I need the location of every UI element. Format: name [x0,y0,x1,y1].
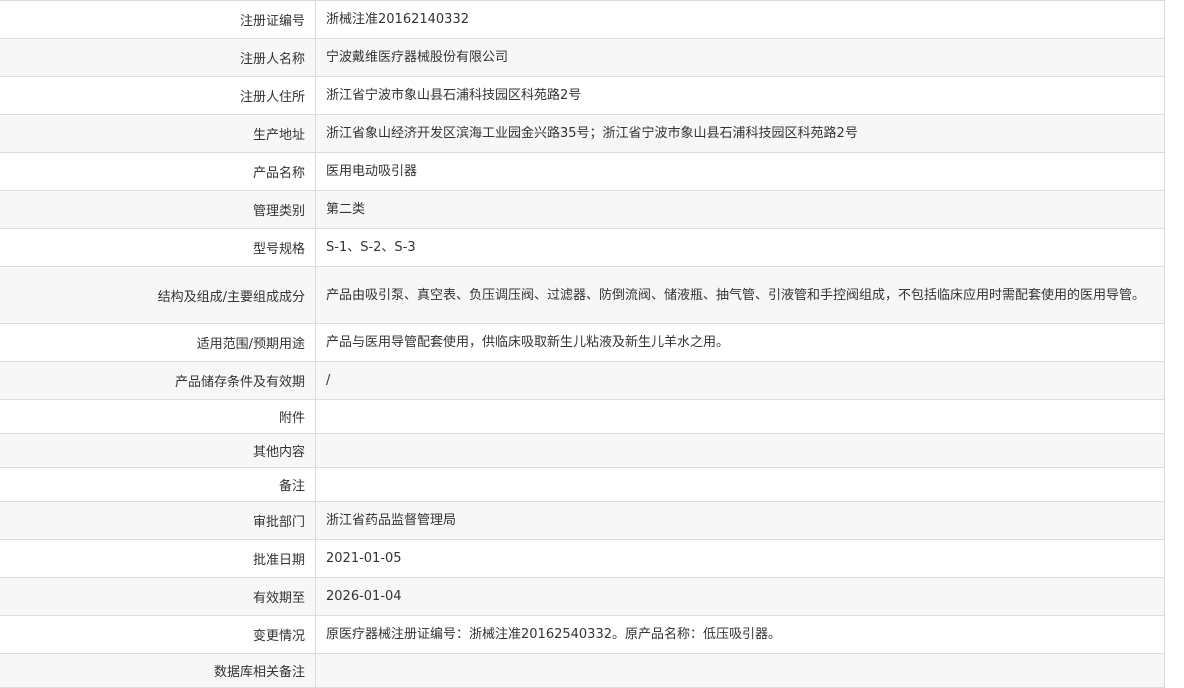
field-value [316,468,1164,501]
field-value [316,434,1164,467]
field-value [316,400,1164,433]
row-production-address: 生产地址 浙江省象山经济开发区滨海工业园金兴路35号；浙江省宁波市象山县石浦科技… [0,115,1164,153]
field-label: 生产地址 [0,115,316,152]
row-approval-date: 批准日期 2021-01-05 [0,540,1164,578]
field-value [316,654,1164,687]
field-label: 数据库相关备注 [0,654,316,687]
page-scrollbar-track[interactable] [1166,0,1184,644]
field-value: 2026-01-04 [326,589,402,604]
row-remarks: 备注 [0,468,1164,502]
row-valid-until: 有效期至 2026-01-04 [0,578,1164,616]
field-value: 浙江省象山经济开发区滨海工业园金兴路35号；浙江省宁波市象山县石浦科技园区科苑路… [326,126,858,141]
row-attachment: 附件 [0,400,1164,434]
registration-detail-table: 注册证编号 浙械注准20162140332 注册人名称 宁波戴维医疗器械股份有限… [0,0,1165,688]
field-value: 原医疗器械注册证编号：浙械注准20162540332。原产品名称：低压吸引器。 [326,627,781,642]
field-label: 附件 [0,400,316,433]
field-label: 注册人住所 [0,77,316,114]
field-label: 注册人名称 [0,39,316,76]
field-label: 产品名称 [0,153,316,190]
row-registrant-name: 注册人名称 宁波戴维医疗器械股份有限公司 [0,39,1164,77]
field-label: 批准日期 [0,540,316,577]
field-value: 浙江省药品监督管理局 [326,513,457,528]
field-value: 医用电动吸引器 [326,164,418,179]
field-value: 宁波戴维医疗器械股份有限公司 [326,50,509,65]
field-value: 浙械注准20162140332 [326,12,469,27]
row-model-spec: 型号规格 S-1、S-2、S-3 [0,229,1164,267]
row-product-name: 产品名称 医用电动吸引器 [0,153,1164,191]
field-value: 第二类 [326,202,366,217]
row-database-remarks: 数据库相关备注 [0,654,1164,688]
row-structure-composition: 结构及组成/主要组成成分 产品由吸引泵、真空表、负压调压阀、过滤器、防倒流阀、储… [0,267,1164,324]
field-label: 其他内容 [0,434,316,467]
field-label: 产品储存条件及有效期 [0,362,316,399]
field-label: 审批部门 [0,502,316,539]
row-registration-number: 注册证编号 浙械注准20162140332 [0,1,1164,39]
field-value: 2021-01-05 [326,551,402,566]
row-approval-department: 审批部门 浙江省药品监督管理局 [0,502,1164,540]
field-label: 型号规格 [0,229,316,266]
row-storage-validity: 产品储存条件及有效期 / [0,362,1164,400]
row-intended-use: 适用范围/预期用途 产品与医用导管配套使用，供临床吸取新生儿粘液及新生儿羊水之用… [0,324,1164,362]
field-value: / [326,373,331,388]
row-other-content: 其他内容 [0,434,1164,468]
field-label: 备注 [0,468,316,501]
field-label: 注册证编号 [0,1,316,38]
field-label: 管理类别 [0,191,316,228]
field-label: 变更情况 [0,616,316,653]
field-value: 产品由吸引泵、真空表、负压调压阀、过滤器、防倒流阀、储液瓶、抽气管、引液管和手控… [326,287,1146,303]
row-change-history: 变更情况 原医疗器械注册证编号：浙械注准20162540332。原产品名称：低压… [0,616,1164,654]
row-management-category: 管理类别 第二类 [0,191,1164,229]
field-value: 产品与医用导管配套使用，供临床吸取新生儿粘液及新生儿羊水之用。 [326,335,730,350]
field-value: 浙江省宁波市象山县石浦科技园区科苑路2号 [326,88,582,103]
field-label: 有效期至 [0,578,316,615]
row-registrant-address: 注册人住所 浙江省宁波市象山县石浦科技园区科苑路2号 [0,77,1164,115]
field-label: 结构及组成/主要组成成分 [0,267,316,323]
field-value: S-1、S-2、S-3 [326,240,416,255]
field-label: 适用范围/预期用途 [0,324,316,361]
